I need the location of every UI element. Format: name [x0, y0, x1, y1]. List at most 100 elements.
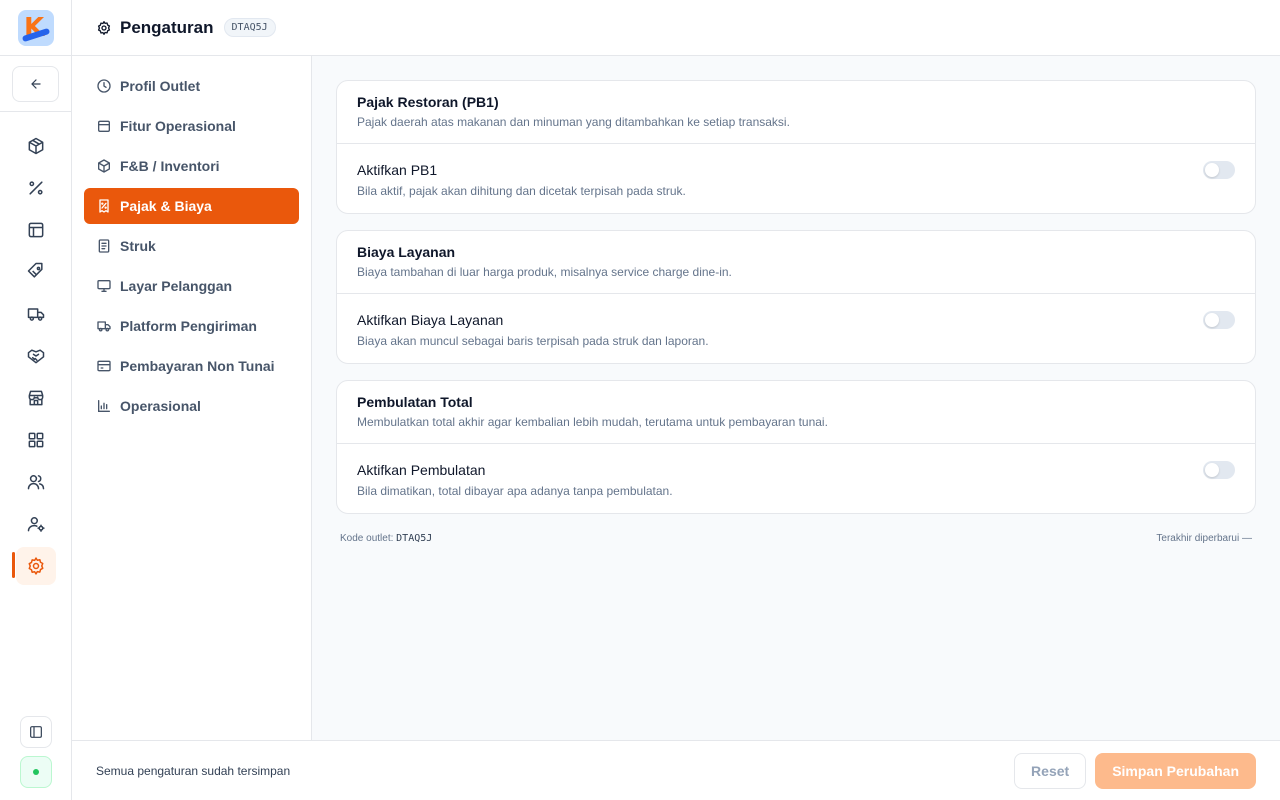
rail-item-products[interactable]	[16, 127, 56, 165]
rail-item-apps[interactable]	[16, 421, 56, 459]
app-rail: K	[0, 0, 72, 800]
arrow-left-icon	[30, 79, 41, 89]
card-description: Membulatkan total akhir agar kembalian l…	[357, 415, 828, 429]
card-biaya-layanan: Biaya Layanan Biaya tambahan di luar har…	[336, 230, 1256, 364]
settings-content: Pajak Restoran (PB1) Pajak daerah atas m…	[312, 56, 1280, 740]
toggle-knob	[1205, 163, 1219, 177]
clock-icon	[97, 79, 111, 93]
outlet-code-value: DTAQ5J	[396, 533, 433, 544]
last-updated: Terakhir diperbarui —	[1156, 533, 1252, 544]
receipt-icon	[98, 239, 110, 253]
credit-card-icon	[97, 360, 111, 372]
save-button[interactable]: Simpan Perubahan	[1095, 752, 1256, 789]
gear-icon	[28, 557, 44, 575]
card-pajak-restoran: Pajak Restoran (PB1) Pajak daerah atas m…	[336, 80, 1256, 214]
truck-icon	[27, 308, 45, 321]
page-header: Pengaturan DTAQ5J	[72, 0, 1280, 56]
setting-row-title: Aktifkan Pembulatan	[357, 462, 486, 478]
settings-nav-profil-outlet[interactable]: Profil Outlet	[84, 68, 299, 104]
settings-nav-label: Fitur Operasional	[120, 118, 236, 134]
card-title: Biaya Layanan	[357, 244, 456, 260]
handshake-icon	[27, 349, 45, 364]
reset-button[interactable]: Reset	[1014, 752, 1087, 789]
outlet-code-label: Kode outlet:	[340, 533, 394, 544]
users-icon	[27, 475, 45, 490]
settings-nav-label: Pajak & Biaya	[120, 198, 212, 214]
card-title: Pajak Restoran (PB1)	[357, 94, 499, 110]
settings-nav-operasional[interactable]: Operasional	[84, 388, 299, 424]
bar-chart-icon	[98, 400, 110, 412]
rail-active-indicator	[12, 552, 15, 578]
truck-icon	[97, 321, 111, 332]
settings-nav-label: Layar Pelanggan	[120, 278, 233, 294]
setting-row: Aktifkan Biaya Layanan Biaya akan muncul…	[337, 294, 1255, 363]
back-button[interactable]	[12, 66, 59, 102]
pb1-toggle[interactable]	[1203, 161, 1235, 179]
gear-icon	[97, 20, 111, 35]
settings-nav-platform-pengiriman[interactable]: Platform Pengiriman	[84, 308, 299, 344]
rail-item-layout[interactable]	[16, 211, 56, 249]
save-bar: Semua pengaturan sudah tersimpan Reset S…	[72, 740, 1280, 800]
box-icon	[28, 137, 44, 155]
monitor-icon	[97, 280, 111, 292]
card-description: Pajak daerah atas makanan dan minuman ya…	[357, 115, 790, 129]
card-header: Biaya Layanan Biaya tambahan di luar har…	[337, 231, 1255, 294]
rail-divider	[0, 55, 72, 56]
rail-item-discounts[interactable]	[16, 169, 56, 207]
settings-nav: Profil Outlet Fitur Operasional F&B / In…	[72, 56, 312, 740]
archive-icon	[98, 120, 110, 132]
percent-icon	[29, 181, 43, 195]
settings-nav-fitur-operasional[interactable]: Fitur Operasional	[84, 108, 299, 144]
settings-nav-label: Struk	[120, 238, 156, 254]
service-charge-toggle[interactable]	[1203, 311, 1235, 329]
rail-item-customers[interactable]	[16, 463, 56, 501]
setting-row-description: Bila aktif, pajak akan dihitung dan dice…	[357, 184, 686, 198]
rail-item-delivery[interactable]	[16, 295, 56, 333]
app-logo[interactable]: K	[18, 10, 54, 46]
setting-row: Aktifkan PB1 Bila aktif, pajak akan dihi…	[337, 144, 1255, 213]
rail-item-partners[interactable]	[16, 337, 56, 375]
rail-item-promo[interactable]	[16, 252, 56, 290]
save-status: Semua pengaturan sudah tersimpan	[96, 763, 291, 778]
user-settings-icon	[27, 517, 45, 532]
rail-item-settings[interactable]	[16, 547, 56, 585]
settings-nav-label: Profil Outlet	[120, 78, 201, 94]
outlet-code-meta: Kode outlet: DTAQ5J	[340, 533, 432, 544]
page-title: Pengaturan	[120, 17, 214, 37]
status-dot-icon	[33, 769, 39, 775]
layout-icon	[28, 222, 44, 238]
receipt-percent-icon	[99, 199, 109, 213]
setting-row-description: Bila dimatikan, total dibayar apa adanya…	[357, 484, 673, 498]
setting-row-title: Aktifkan PB1	[357, 162, 438, 178]
settings-nav-label: F&B / Inventori	[120, 158, 220, 174]
card-header: Pembulatan Total Membulatkan total akhir…	[337, 381, 1255, 444]
settings-nav-pembayaran-non-tunai[interactable]: Pembayaran Non Tunai	[84, 348, 299, 384]
setting-row-title: Aktifkan Biaya Layanan	[357, 312, 504, 328]
toggle-knob	[1205, 463, 1219, 477]
box-icon	[98, 159, 110, 173]
rounding-toggle[interactable]	[1203, 461, 1235, 479]
store-icon	[28, 390, 44, 406]
settings-nav-struk[interactable]: Struk	[84, 228, 299, 264]
toggle-knob	[1205, 313, 1219, 327]
card-title: Pembulatan Total	[357, 394, 473, 410]
settings-nav-fb-inventori[interactable]: F&B / Inventori	[84, 148, 299, 184]
connection-status-button[interactable]	[20, 756, 52, 788]
grid-icon	[28, 432, 44, 448]
card-pembulatan-total: Pembulatan Total Membulatkan total akhir…	[336, 380, 1256, 514]
rail-divider	[0, 111, 72, 112]
tag-icon	[27, 262, 43, 278]
settings-nav-label: Pembayaran Non Tunai	[120, 358, 275, 374]
card-header: Pajak Restoran (PB1) Pajak daerah atas m…	[337, 81, 1255, 144]
sidebar-panel-icon	[30, 726, 42, 738]
settings-nav-layar-pelanggan[interactable]: Layar Pelanggan	[84, 268, 299, 304]
card-description: Biaya tambahan di luar harga produk, mis…	[357, 265, 732, 279]
settings-nav-label: Platform Pengiriman	[120, 318, 257, 334]
rail-item-store[interactable]	[16, 379, 56, 417]
outlet-code-badge: DTAQ5J	[223, 18, 276, 37]
setting-row: Aktifkan Pembulatan Bila dimatikan, tota…	[337, 444, 1255, 513]
settings-nav-label: Operasional	[120, 398, 201, 414]
rail-item-staff[interactable]	[16, 505, 56, 543]
sidebar-toggle-button[interactable]	[20, 716, 52, 748]
settings-nav-pajak-biaya[interactable]: Pajak & Biaya	[84, 188, 299, 224]
